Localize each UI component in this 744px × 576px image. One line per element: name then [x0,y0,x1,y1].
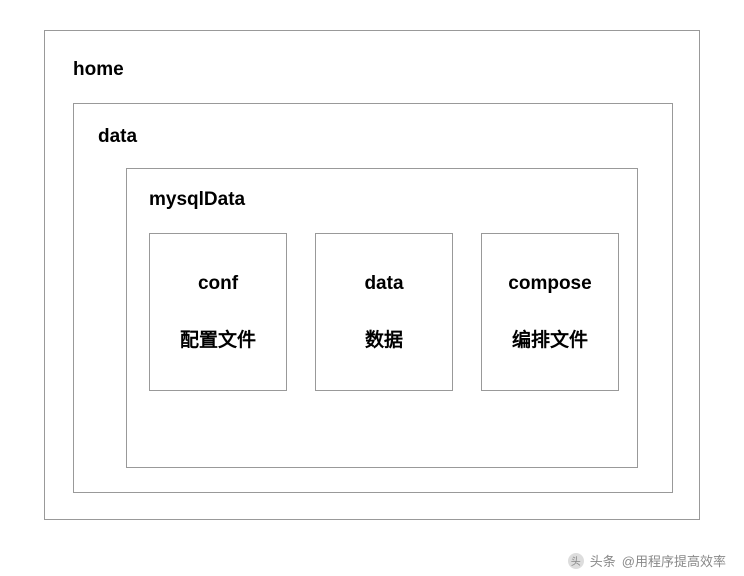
data-container: data mysqlData conf 配置文件 data 数据 compose… [73,103,673,493]
home-label: home [73,59,124,81]
source-author: @用程序提高效率 [622,551,726,570]
source-icon: 头 [568,553,584,569]
folder-desc: 数据 [365,325,403,352]
source-prefix: 头条 [590,551,616,570]
folder-compose: compose 编排文件 [481,233,619,391]
folder-title: conf [198,273,238,295]
folder-title: compose [508,273,591,295]
folder-conf: conf 配置文件 [149,233,287,391]
folder-desc: 编排文件 [512,325,588,352]
mysqldata-container: mysqlData conf 配置文件 data 数据 compose 编排文件 [126,168,638,468]
folder-desc: 配置文件 [180,325,256,352]
data-label: data [98,126,137,148]
folder-data: data 数据 [315,233,453,391]
folder-row: conf 配置文件 data 数据 compose 编排文件 [149,233,619,391]
folder-title: data [364,273,403,295]
home-container: home data mysqlData conf 配置文件 data 数据 co… [44,30,700,520]
mysqldata-label: mysqlData [149,189,245,211]
attribution-footer: 头 头条 @用程序提高效率 [568,551,726,570]
